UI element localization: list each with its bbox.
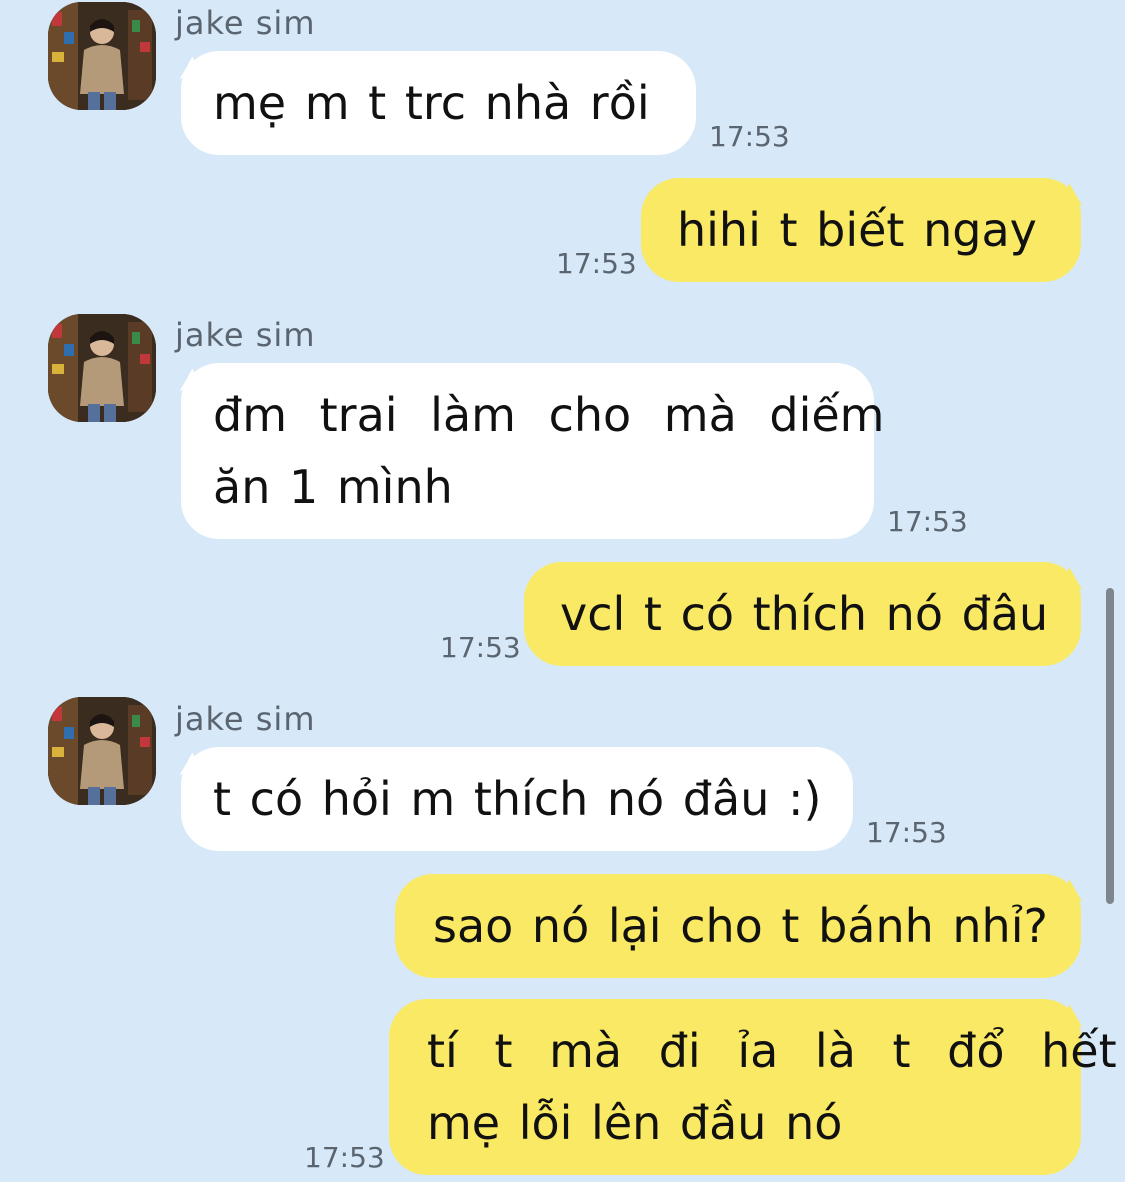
message-text-line: ăn 1 mình (213, 460, 453, 514)
message-text: hihi t biết ngay (677, 203, 1037, 257)
message-time: 17:53 (556, 247, 637, 280)
incoming-message-bubble[interactable]: đm trai làm cho mà diếm ăn 1 mình (181, 363, 885, 539)
outgoing-message-bubble[interactable]: hihi t biết ngay (641, 178, 1081, 282)
sender-avatar[interactable] (48, 314, 156, 422)
message-time: 17:53 (866, 816, 947, 849)
sender-avatar[interactable] (48, 697, 156, 805)
message-text: vcl t có thích nó đâu (560, 587, 1049, 641)
chat-thread[interactable]: jake sim mẹ m t trc nhà rồi 17:53 hihi t… (0, 0, 1125, 1182)
message-text-line: tí t mà đi ỉa là t đổ hết (427, 1024, 1117, 1078)
outgoing-message-bubble[interactable]: tí t mà đi ỉa là t đổ hết mẹ lỗi lên đầu… (389, 999, 1117, 1175)
message-text: sao nó lại cho t bánh nhỉ? (433, 899, 1048, 953)
sender-avatar[interactable] (48, 2, 156, 110)
message-time: 17:53 (709, 120, 790, 153)
scrollbar-thumb[interactable] (1106, 588, 1114, 904)
message-time: 17:53 (887, 505, 968, 538)
sender-name: jake sim (175, 316, 316, 354)
message-text: mẹ m t trc nhà rồi (213, 76, 650, 130)
message-time: 17:53 (440, 631, 521, 664)
sender-name: jake sim (175, 700, 316, 738)
message-text: t có hỏi m thích nó đâu :) (213, 772, 822, 826)
message-text-line: mẹ lỗi lên đầu nó (427, 1096, 843, 1150)
sender-name: jake sim (175, 4, 316, 42)
message-time: 17:53 (304, 1141, 385, 1174)
incoming-message-bubble[interactable]: t có hỏi m thích nó đâu :) (181, 747, 853, 851)
message-text-line: đm trai làm cho mà diếm (213, 388, 885, 442)
incoming-message-bubble[interactable]: mẹ m t trc nhà rồi (181, 51, 696, 155)
outgoing-message-bubble[interactable]: vcl t có thích nó đâu (524, 562, 1081, 666)
outgoing-message-bubble[interactable]: sao nó lại cho t bánh nhỉ? (395, 874, 1081, 978)
